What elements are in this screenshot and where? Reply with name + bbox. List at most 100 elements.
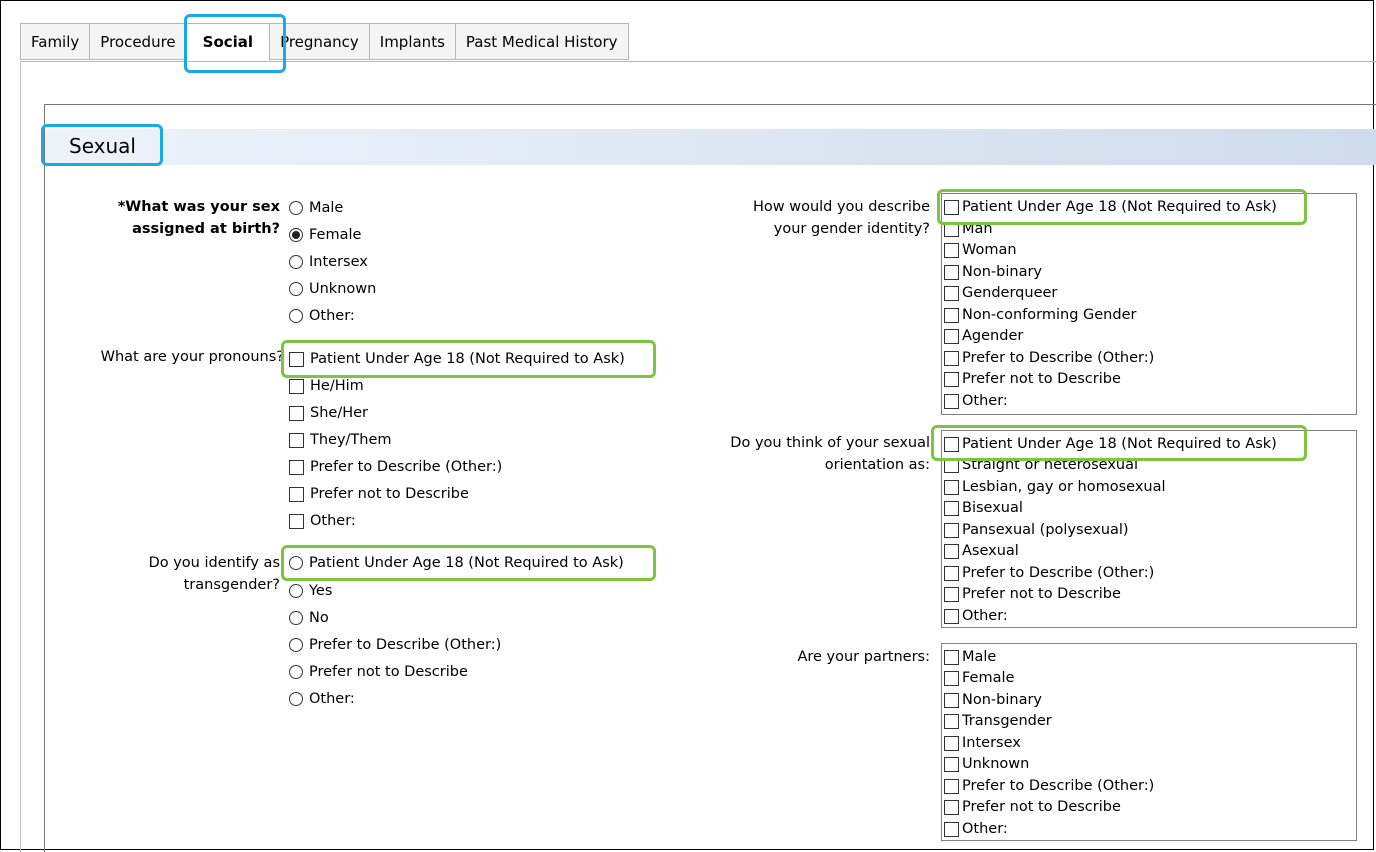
pronouns-option-she-her[interactable]: She/Her — [289, 402, 368, 424]
checkbox[interactable] — [944, 779, 959, 795]
checkbox[interactable] — [944, 372, 959, 388]
partners-option-intersex[interactable]: Intersex — [944, 733, 1021, 755]
checkbox[interactable] — [289, 405, 304, 421]
checkbox[interactable] — [944, 351, 959, 367]
orientation-option-asexual[interactable]: Asexual — [944, 541, 1019, 563]
orientation-option-other[interactable]: Other: — [944, 606, 1008, 628]
checkbox[interactable] — [944, 757, 959, 773]
partners-listbox[interactable]: Male Female Non-binary Transgender Inter… — [941, 643, 1357, 841]
checkbox[interactable] — [944, 736, 959, 752]
orientation-option-bisexual[interactable]: Bisexual — [944, 498, 1023, 520]
pronouns-option-they-them[interactable]: They/Them — [289, 429, 392, 451]
gender-option-under-18[interactable]: Patient Under Age 18 (Not Required to As… — [944, 197, 1277, 219]
orientation-option-straight[interactable]: Straight or heterosexual — [944, 455, 1138, 477]
orientation-option-under-18[interactable]: Patient Under Age 18 (Not Required to As… — [944, 434, 1277, 456]
checkbox[interactable] — [944, 714, 959, 730]
tab-past-medical-history[interactable]: Past Medical History — [454, 23, 629, 60]
tab-pregnancy[interactable]: Pregnancy — [269, 23, 369, 60]
radio-button[interactable] — [289, 282, 303, 296]
checkbox[interactable] — [289, 486, 304, 502]
checkbox[interactable] — [944, 329, 959, 345]
radio-button[interactable] — [289, 309, 303, 323]
sex-option-intersex[interactable]: Intersex — [289, 251, 368, 273]
checkbox[interactable] — [944, 480, 959, 496]
partners-option-transgender[interactable]: Transgender — [944, 711, 1052, 733]
checkbox[interactable] — [289, 351, 304, 367]
checkbox[interactable] — [944, 308, 959, 324]
checkbox[interactable] — [944, 222, 959, 238]
radio-button[interactable] — [289, 201, 303, 215]
checkbox[interactable] — [944, 609, 959, 625]
partners-option-other[interactable]: Other: — [944, 819, 1008, 841]
radio-button[interactable] — [289, 584, 303, 598]
gender-option-man[interactable]: Man — [944, 219, 993, 241]
checkbox[interactable] — [289, 378, 304, 394]
checkbox[interactable] — [944, 265, 959, 281]
radio-button[interactable] — [289, 255, 303, 269]
transgender-option-prefer-describe[interactable]: Prefer to Describe (Other:) — [289, 634, 501, 656]
checkbox[interactable] — [944, 587, 959, 603]
checkbox[interactable] — [944, 501, 959, 517]
sex-option-male[interactable]: Male — [289, 197, 343, 219]
partners-option-non-binary[interactable]: Non-binary — [944, 690, 1042, 712]
checkbox[interactable] — [944, 650, 959, 666]
checkbox[interactable] — [944, 286, 959, 302]
gender-identity-listbox[interactable]: Patient Under Age 18 (Not Required to As… — [941, 193, 1357, 415]
radio-button[interactable] — [289, 611, 303, 625]
gender-option-other[interactable]: Other: — [944, 391, 1008, 413]
radio-button[interactable] — [289, 556, 303, 570]
transgender-option-no[interactable]: No — [289, 607, 329, 629]
pronouns-option-prefer-describe[interactable]: Prefer to Describe (Other:) — [289, 456, 502, 478]
checkbox[interactable] — [944, 523, 959, 539]
orientation-listbox[interactable]: Patient Under Age 18 (Not Required to As… — [941, 430, 1357, 628]
radio-button[interactable] — [289, 665, 303, 679]
sex-option-female[interactable]: Female — [289, 224, 361, 246]
orientation-option-prefer-describe[interactable]: Prefer to Describe (Other:) — [944, 563, 1154, 585]
sex-option-other[interactable]: Other: — [289, 305, 355, 327]
checkbox[interactable] — [289, 513, 304, 529]
gender-option-prefer-not[interactable]: Prefer not to Describe — [944, 369, 1121, 391]
orientation-option-pansexual[interactable]: Pansexual (polysexual) — [944, 520, 1129, 542]
checkbox[interactable] — [944, 693, 959, 709]
gender-option-genderqueer[interactable]: Genderqueer — [944, 283, 1057, 305]
sex-option-unknown[interactable]: Unknown — [289, 278, 376, 300]
tab-procedure[interactable]: Procedure — [89, 23, 186, 60]
checkbox[interactable] — [944, 800, 959, 816]
transgender-option-other[interactable]: Other: — [289, 688, 355, 710]
checkbox[interactable] — [944, 822, 959, 838]
gender-option-non-binary[interactable]: Non-binary — [944, 262, 1042, 284]
radio-button[interactable] — [289, 638, 303, 652]
checkbox[interactable] — [944, 544, 959, 560]
pronouns-option-other[interactable]: Other: — [289, 510, 356, 532]
checkbox[interactable] — [944, 200, 959, 216]
tab-social[interactable]: Social — [185, 23, 270, 62]
checkbox[interactable] — [944, 243, 959, 259]
checkbox[interactable] — [944, 458, 959, 474]
checkbox[interactable] — [944, 671, 959, 687]
partners-option-prefer-not[interactable]: Prefer not to Describe — [944, 797, 1121, 819]
transgender-option-prefer-not[interactable]: Prefer not to Describe — [289, 661, 468, 683]
tab-family[interactable]: Family — [20, 23, 90, 60]
partners-option-prefer-describe[interactable]: Prefer to Describe (Other:) — [944, 776, 1154, 798]
checkbox[interactable] — [289, 459, 304, 475]
orientation-option-prefer-not[interactable]: Prefer not to Describe — [944, 584, 1121, 606]
checkbox[interactable] — [944, 437, 959, 453]
radio-button-selected[interactable] — [289, 228, 303, 242]
transgender-option-under-18[interactable]: Patient Under Age 18 (Not Required to As… — [289, 552, 624, 574]
transgender-option-yes[interactable]: Yes — [289, 580, 332, 602]
partners-option-unknown[interactable]: Unknown — [944, 754, 1029, 776]
checkbox[interactable] — [944, 566, 959, 582]
partners-option-female[interactable]: Female — [944, 668, 1014, 690]
pronouns-option-prefer-not[interactable]: Prefer not to Describe — [289, 483, 469, 505]
pronouns-option-he-him[interactable]: He/Him — [289, 375, 364, 397]
gender-option-woman[interactable]: Woman — [944, 240, 1017, 262]
checkbox[interactable] — [289, 432, 304, 448]
gender-option-agender[interactable]: Agender — [944, 326, 1023, 348]
pronouns-option-under-18[interactable]: Patient Under Age 18 (Not Required to As… — [289, 348, 625, 370]
tab-implants[interactable]: Implants — [368, 23, 455, 60]
orientation-option-lesbian-gay[interactable]: Lesbian, gay or homosexual — [944, 477, 1166, 499]
gender-option-prefer-describe[interactable]: Prefer to Describe (Other:) — [944, 348, 1154, 370]
radio-button[interactable] — [289, 692, 303, 706]
partners-option-male[interactable]: Male — [944, 647, 996, 669]
gender-option-non-conforming[interactable]: Non-conforming Gender — [944, 305, 1136, 327]
